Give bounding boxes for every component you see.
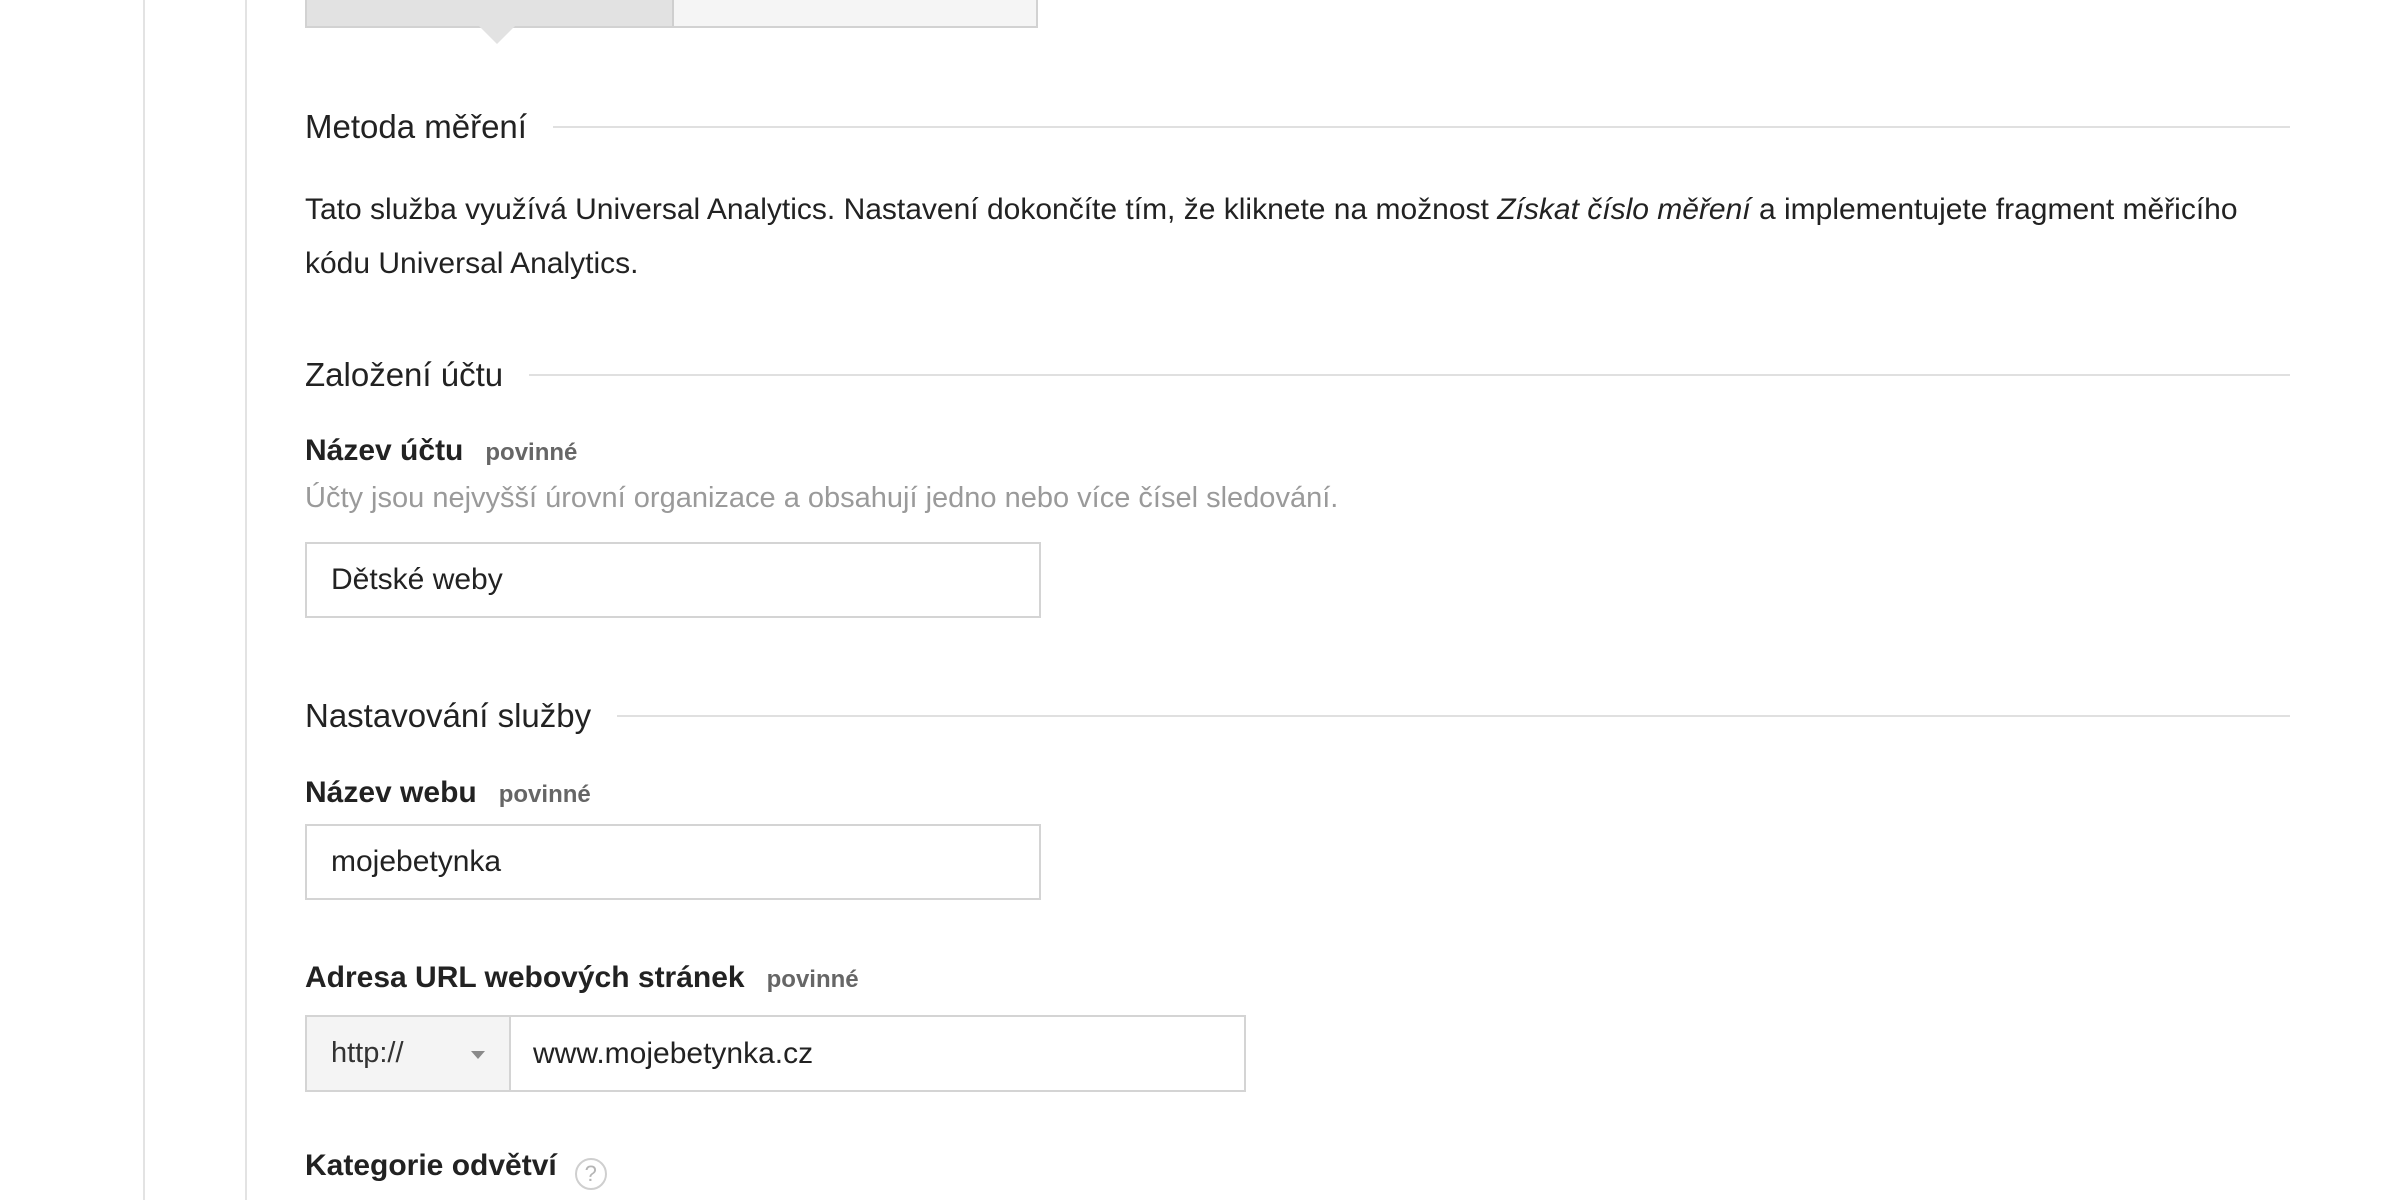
website-name-label: Název webu povinné — [305, 776, 591, 810]
account-name-label-text: Název účtu — [305, 434, 464, 467]
required-marker: povinné — [498, 781, 591, 808]
industry-category-label-text: Kategorie odvětví — [305, 1149, 557, 1182]
get-tracking-id-reference: Získat číslo měření — [1497, 193, 1751, 226]
required-marker: povinné — [766, 966, 859, 993]
website-name-input[interactable] — [305, 824, 1041, 900]
section-divider — [552, 126, 2290, 128]
tracking-type-tabs — [305, 0, 1038, 44]
protocol-value: http:// — [331, 1037, 404, 1069]
protocol-select[interactable]: http:// — [307, 1017, 511, 1090]
section-divider — [529, 374, 2290, 376]
section-property-setup: Nastavování služby — [305, 693, 2290, 739]
section-property-title: Nastavování služby — [305, 697, 592, 734]
required-marker: povinné — [485, 439, 578, 466]
tab-website[interactable] — [307, 0, 674, 44]
section-account-title: Založení účtu — [305, 356, 504, 393]
account-name-input[interactable] — [305, 542, 1041, 618]
account-name-hint: Účty jsou nejvyšší úrovní organizace a o… — [305, 482, 1339, 514]
tab-mobile-app[interactable] — [674, 0, 1036, 26]
website-url-label: Adresa URL webových stránek povinné — [305, 961, 859, 995]
section-measurement-method: Metoda měření — [305, 104, 2290, 150]
chevron-down-icon — [471, 1051, 485, 1059]
industry-category-label: Kategorie odvětví ? — [305, 1149, 607, 1190]
section-divider — [617, 715, 2290, 717]
content-divider — [245, 0, 247, 1200]
section-account-setup: Založení účtu — [305, 352, 2290, 398]
account-name-label: Název účtu povinné — [305, 434, 577, 468]
section-measurement-title: Metoda měření — [305, 108, 527, 145]
help-icon[interactable]: ? — [574, 1158, 607, 1190]
website-url-field: http:// — [305, 1015, 1246, 1092]
measurement-description: Tato služba využívá Universal Analytics.… — [305, 183, 2305, 291]
website-url-input[interactable] — [511, 1017, 1244, 1090]
website-name-label-text: Název webu — [305, 776, 477, 809]
page: Metoda měření Tato služba využívá Univer… — [0, 0, 2400, 1200]
left-divider — [143, 0, 145, 1200]
measurement-description-text: Tato služba využívá Universal Analytics.… — [305, 193, 1498, 226]
website-url-label-text: Adresa URL webových stránek — [305, 961, 745, 994]
